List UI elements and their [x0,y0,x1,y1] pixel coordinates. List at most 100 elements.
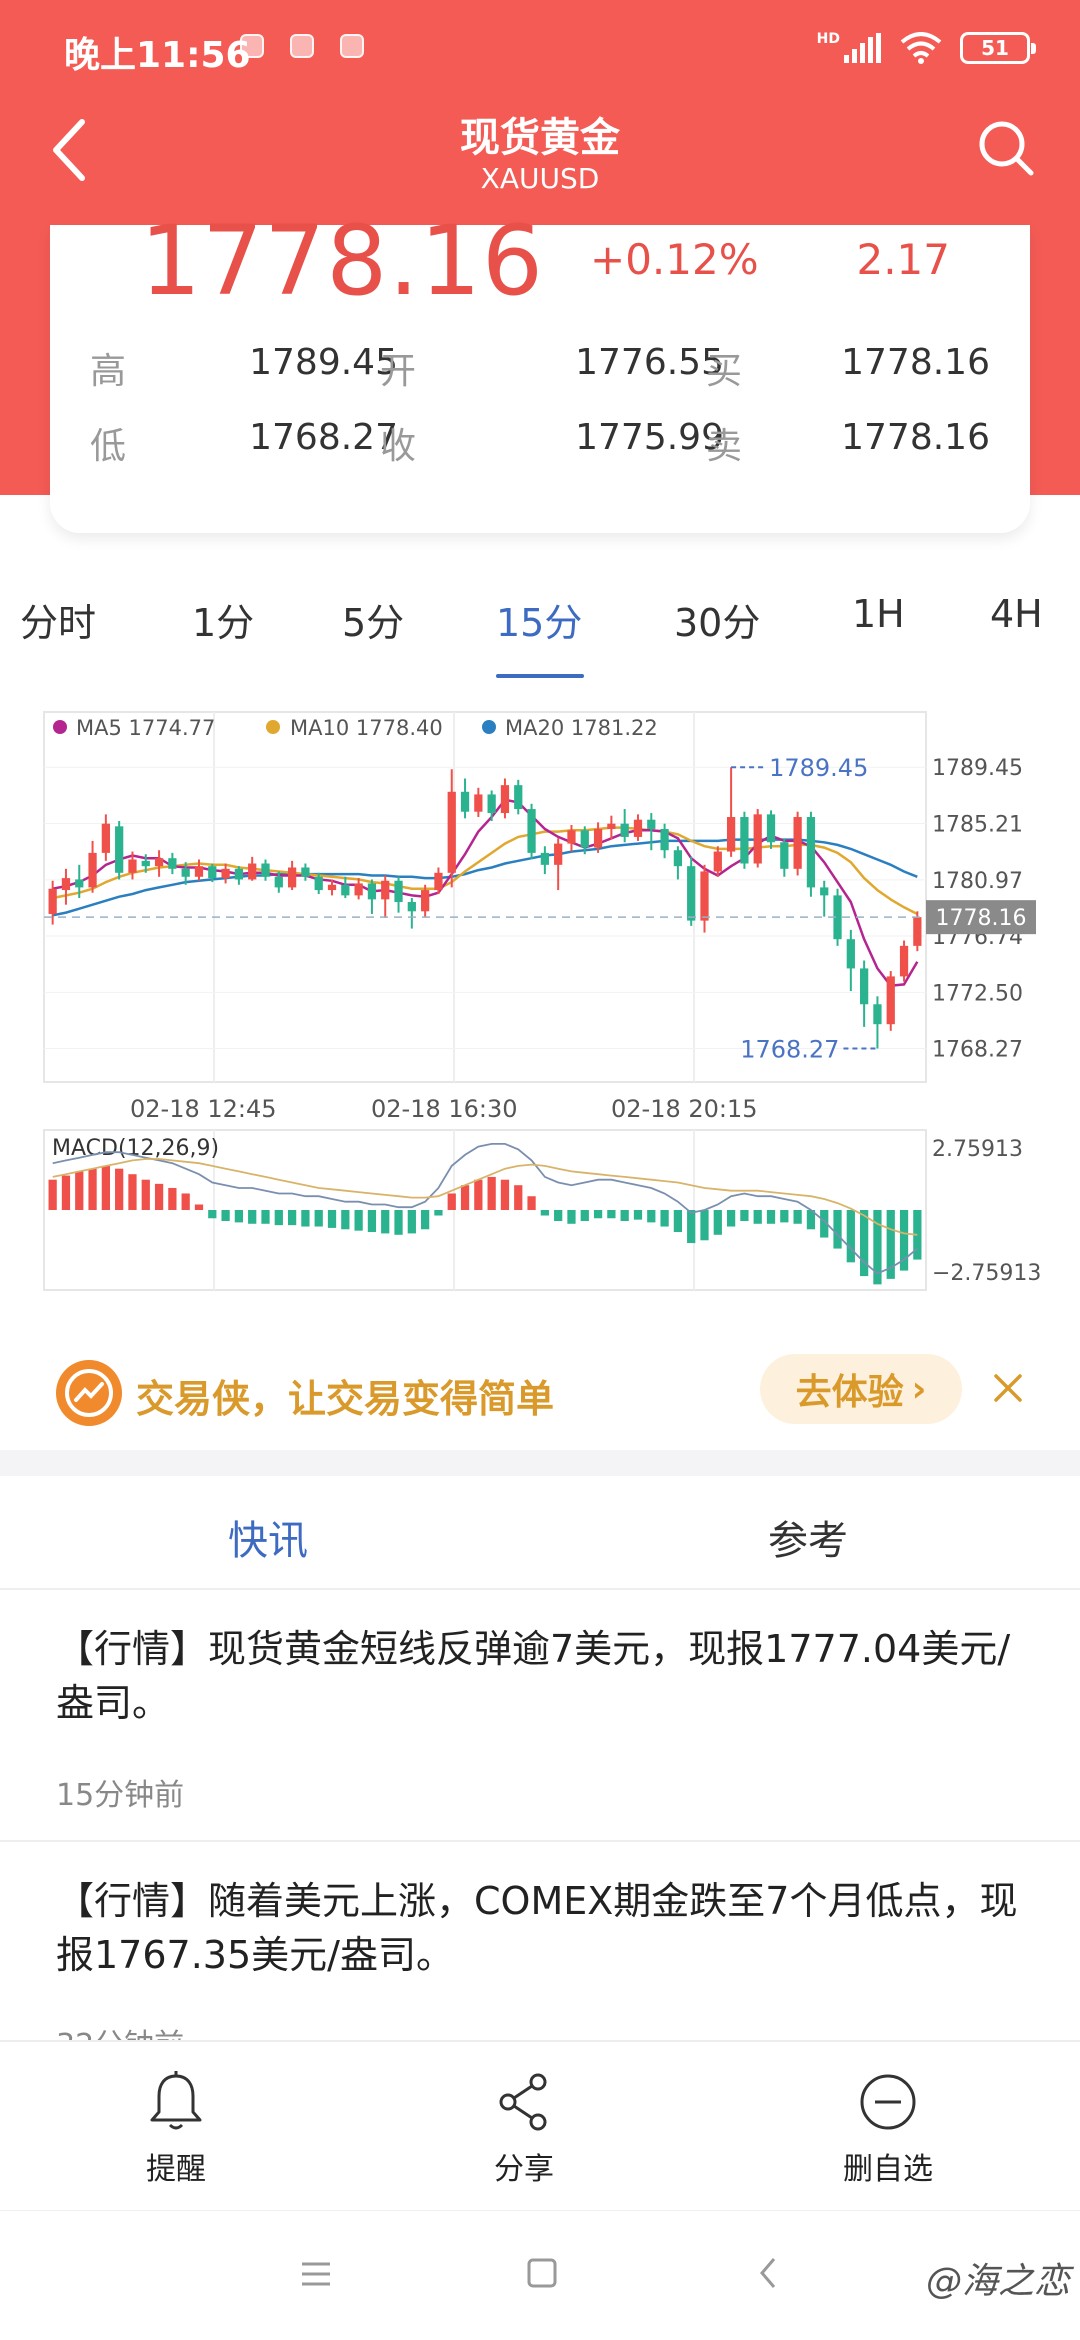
macd-bar [713,1210,722,1235]
macd-bar [780,1210,789,1223]
candle [886,976,895,1025]
low-label: 低 [90,426,127,467]
candle [141,860,150,867]
battery-icon: 51 [960,32,1036,64]
candle [766,814,776,843]
candle [780,842,789,869]
notification-app-icon [340,34,364,58]
macd-bar [234,1210,244,1223]
promo-banner[interactable]: 交易侠，让交易变得简单 去体验 › [0,1340,1080,1450]
candle [221,868,230,879]
macd-bar [61,1175,71,1210]
candle [88,852,97,888]
y-tick: 1780.97 [932,869,1023,894]
tab-30min[interactable]: 30分 [674,592,760,647]
news-item[interactable]: 【行情】现货黄金短线反弹逾7美元，现报1777.04美元/盎司。 15分钟前 [0,1592,1080,1842]
candle [434,872,443,891]
macd-bar [168,1187,177,1210]
tab-flash-news[interactable]: 快讯 [228,1508,308,1566]
tab-1min[interactable]: 1分 [192,592,254,647]
tab-timeshare[interactable]: 分时 [20,592,96,647]
macd-bar [833,1210,842,1249]
candle [660,828,669,851]
candle [913,917,922,946]
tab-1h[interactable]: 1H [852,592,905,636]
candle [753,814,762,864]
macd-bar [633,1210,643,1220]
candle [287,867,297,888]
tab-15min[interactable]: 15分 [496,592,582,647]
candle [700,871,709,921]
macd-bar [128,1174,137,1210]
candle [354,883,363,896]
candle [820,887,829,896]
macd-bar [221,1210,230,1222]
candle [593,828,603,848]
news-tabs: 快讯 参考 [0,1476,1080,1590]
tab-reference[interactable]: 参考 [768,1508,848,1566]
close-value: 1775.99 [575,417,724,458]
candle [181,868,190,877]
remind-button[interactable]: 提醒 [76,2070,276,2188]
kline-chart[interactable]: MA5 1774.77 MA10 1778.40 MA20 1781.22 17… [0,700,1080,1300]
quote-card: 1778.16 +0.12% 2.17 高 1789.45 开 1776.55 … [50,205,1030,533]
y-tick: 1772.50 [932,981,1023,1006]
remove-watchlist-button[interactable]: 删自选 [788,2070,988,2188]
status-time: 晚上11:56 [64,35,251,76]
jiaoyixia-logo-icon [56,1360,122,1426]
candle [540,852,549,865]
watermark: @海之恋 [925,2261,1070,2302]
macd-bar [607,1210,616,1219]
open-label: 开 [380,351,417,392]
share-label: 分享 [494,2152,554,2187]
macd-bar [514,1185,523,1210]
candle [740,817,749,864]
search-icon[interactable] [976,118,1036,178]
share-button[interactable]: 分享 [424,2070,624,2188]
try-now-label: 去体验 [795,1372,904,1413]
open-value: 1776.55 [575,342,724,383]
tab-5min[interactable]: 5分 [342,592,404,647]
buy-value: 1778.16 [841,342,990,383]
kline-chart-svg: MA5 1774.77 MA10 1778.40 MA20 1781.22 17… [43,711,1041,1291]
system-nav-bar [0,2210,1080,2340]
ma10-legend: MA10 1778.40 [290,716,443,740]
macd-bar [554,1210,563,1222]
close-label: 收 [380,426,417,467]
candle [367,883,377,900]
x-tick: 02-18 16:30 [371,1095,518,1123]
news-title: 【行情】随着美元上涨，COMEX期金跌至7个月低点，现报1767.35美元/盎司… [56,1879,1018,1977]
back-icon[interactable] [756,2255,780,2291]
candle [687,866,696,921]
candle [75,879,84,888]
candle [527,809,536,853]
macd-bar [314,1210,323,1227]
candle [194,866,204,877]
ma20-legend-dot [482,720,496,734]
remind-label: 提醒 [146,2152,206,2187]
macd-bar [793,1210,802,1224]
change-value: 2.17 [856,235,950,284]
candle [154,858,164,867]
macd-bar [540,1210,549,1216]
macd-bar [660,1210,669,1227]
tab-4h[interactable]: 4H [990,592,1043,636]
last-price: 1778.16 [140,205,544,317]
close-icon[interactable] [990,1370,1026,1406]
home-icon[interactable] [526,2257,558,2289]
sell-value: 1778.16 [841,417,990,458]
notification-app-icon [290,34,314,58]
quote-row-2: 低 1768.27 收 1775.99 卖 1778.16 [50,417,1030,477]
quote-row-1: 高 1789.45 开 1776.55 买 1778.16 [50,342,1030,402]
candle [248,863,257,880]
try-now-button[interactable]: 去体验 › [760,1354,962,1424]
macd-bar [860,1210,869,1277]
high-label: 高 [90,351,127,392]
candle [327,884,337,891]
menu-icon[interactable] [300,2259,332,2289]
candle [421,890,430,912]
candle [314,876,323,891]
macd-bar [487,1176,496,1210]
macd-bar [407,1210,416,1234]
news-time: 15分钟前 [56,1778,185,1813]
